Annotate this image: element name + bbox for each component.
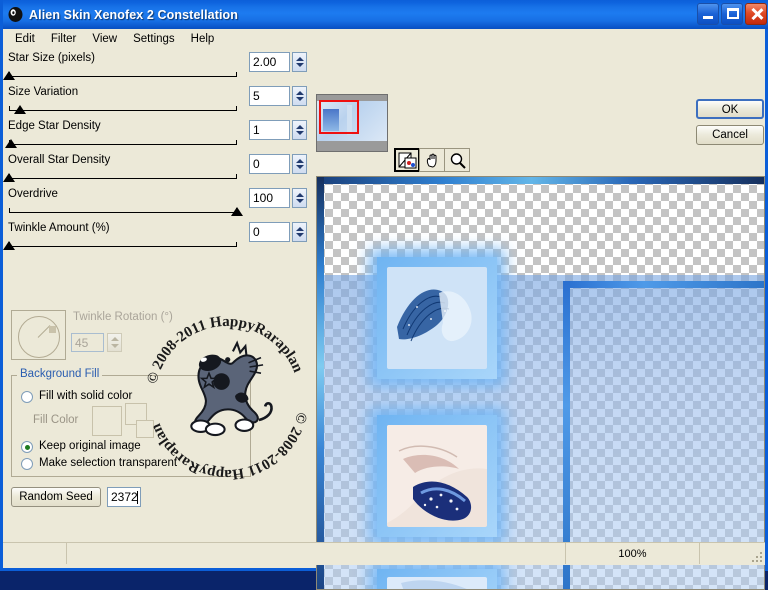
- slider-track[interactable]: [3, 241, 237, 250]
- controls-panel: Star Size (pixels) 2.00 Size Variation 5: [3, 48, 310, 542]
- twinkle-rotation-input: 45: [71, 333, 104, 352]
- background-fill-title: Background Fill: [17, 368, 103, 380]
- menu-item-filter[interactable]: Filter: [43, 31, 85, 47]
- menu-item-settings[interactable]: Settings: [125, 31, 183, 47]
- twinkle-rotation-label: Twinkle Rotation (°): [73, 311, 173, 323]
- slider-thumb[interactable]: [14, 105, 27, 114]
- frame-top-band: [317, 177, 764, 184]
- slider-spinner[interactable]: [292, 222, 307, 242]
- minimize-button[interactable]: [697, 3, 719, 25]
- menu-item-view[interactable]: View: [84, 31, 125, 47]
- maximize-button[interactable]: [721, 3, 743, 25]
- slider-label: Overall Star Density: [8, 154, 111, 166]
- slider-value-input[interactable]: 1: [249, 120, 290, 140]
- app-icon: [7, 6, 24, 23]
- menu-item-edit[interactable]: Edit: [7, 31, 43, 47]
- radio-keep-original-image[interactable]: [21, 441, 33, 453]
- status-segment-1: [3, 543, 67, 564]
- fill-color-label: Fill Color: [33, 414, 79, 426]
- slider-label: Edge Star Density: [8, 120, 101, 132]
- slider-track[interactable]: [3, 173, 237, 182]
- preview-compare-icon[interactable]: [394, 148, 420, 172]
- random-seed-button[interactable]: Random Seed: [11, 487, 101, 507]
- slider-label: Star Size (pixels): [8, 52, 95, 64]
- slider-twinkle-amount: Twinkle Amount (%) 0: [3, 222, 310, 255]
- resize-grip-icon[interactable]: [748, 548, 762, 562]
- twinkle-rotation-dial[interactable]: [11, 310, 66, 360]
- twinkle-rotation-spinner: [107, 333, 122, 352]
- preview-tools: [394, 148, 470, 172]
- slider-thumb[interactable]: [3, 173, 15, 182]
- slider-spinner[interactable]: [292, 86, 307, 106]
- frame-inner-horizontal: [563, 281, 764, 288]
- slider-spinner[interactable]: [292, 154, 307, 174]
- radio-make-selection-transparent[interactable]: [21, 458, 33, 470]
- radio-label-keep-original-image[interactable]: Keep original image: [39, 440, 141, 452]
- slider-value-input[interactable]: 0: [249, 154, 290, 174]
- slider-value-input[interactable]: 2.00: [249, 52, 290, 72]
- slider-label: Overdrive: [8, 188, 58, 200]
- slider-overall-star-density: Overall Star Density 0: [3, 154, 310, 187]
- text-caret: [137, 491, 138, 504]
- preview-canvas[interactable]: [316, 176, 765, 590]
- slider-thumb[interactable]: [231, 207, 243, 216]
- ok-button[interactable]: OK: [696, 99, 764, 119]
- random-seed-input[interactable]: 2372: [107, 487, 141, 507]
- menu-item-help[interactable]: Help: [183, 31, 223, 47]
- slider-value-input[interactable]: 5: [249, 86, 290, 106]
- slider-thumb[interactable]: [3, 241, 15, 250]
- zoom-magnifier-icon[interactable]: [444, 148, 470, 172]
- slider-overdrive: Overdrive 100: [3, 188, 310, 221]
- slider-track[interactable]: [9, 207, 243, 216]
- slider-value-input[interactable]: 0: [249, 222, 290, 242]
- slider-thumb[interactable]: [3, 71, 15, 80]
- navigator-thumbnail[interactable]: [316, 94, 388, 152]
- menu-bar: Edit Filter View Settings Help: [3, 29, 765, 48]
- dialog-body: Star Size (pixels) 2.00 Size Variation 5: [3, 48, 765, 590]
- application-window: Alien Skin Xenofex 2 Constellation Edit …: [0, 0, 768, 590]
- slider-spinner[interactable]: [292, 120, 307, 140]
- slider-thumb[interactable]: [5, 139, 18, 148]
- slider-spinner[interactable]: [292, 188, 307, 208]
- slider-track[interactable]: [3, 71, 237, 80]
- slider-spinner[interactable]: [292, 52, 307, 72]
- status-segment-2: [67, 543, 566, 564]
- random-seed-value: 2372: [111, 490, 138, 504]
- slider-label: Twinkle Amount (%): [8, 222, 110, 234]
- close-button[interactable]: [745, 3, 767, 25]
- slider-size-variation: Size Variation 5: [3, 86, 310, 119]
- radio-label-fill-with-solid-color[interactable]: Fill with solid color: [39, 390, 132, 402]
- slider-edge-star-density: Edge Star Density 1: [3, 120, 310, 153]
- dial-icon: [18, 316, 60, 358]
- slider-track[interactable]: [9, 105, 237, 114]
- image-tile-3: [387, 577, 487, 589]
- fill-color-swatch-tertiary[interactable]: [136, 420, 154, 438]
- window-title: Alien Skin Xenofex 2 Constellation: [29, 7, 238, 22]
- slider-star-size: Star Size (pixels) 2.00: [3, 52, 310, 85]
- slider-track[interactable]: [5, 139, 237, 148]
- title-bar[interactable]: Alien Skin Xenofex 2 Constellation: [3, 0, 768, 29]
- fill-color-swatch-primary[interactable]: [92, 406, 122, 436]
- image-tile-1: [387, 267, 487, 369]
- image-tile-2: [387, 425, 487, 527]
- slider-label: Size Variation: [8, 86, 79, 98]
- slider-value-input[interactable]: 100: [249, 188, 290, 208]
- radio-label-make-selection-transparent[interactable]: Make selection transparent: [39, 457, 177, 469]
- navigator-viewport-rect[interactable]: [319, 100, 359, 134]
- radio-fill-with-solid-color[interactable]: [21, 391, 33, 403]
- status-bar: 100%: [3, 542, 765, 565]
- window-controls: [697, 3, 767, 25]
- hand-pan-icon[interactable]: [419, 148, 445, 172]
- frame-left-band: [317, 177, 324, 589]
- status-zoom-level: 100%: [566, 543, 700, 564]
- cancel-button[interactable]: Cancel: [696, 125, 764, 145]
